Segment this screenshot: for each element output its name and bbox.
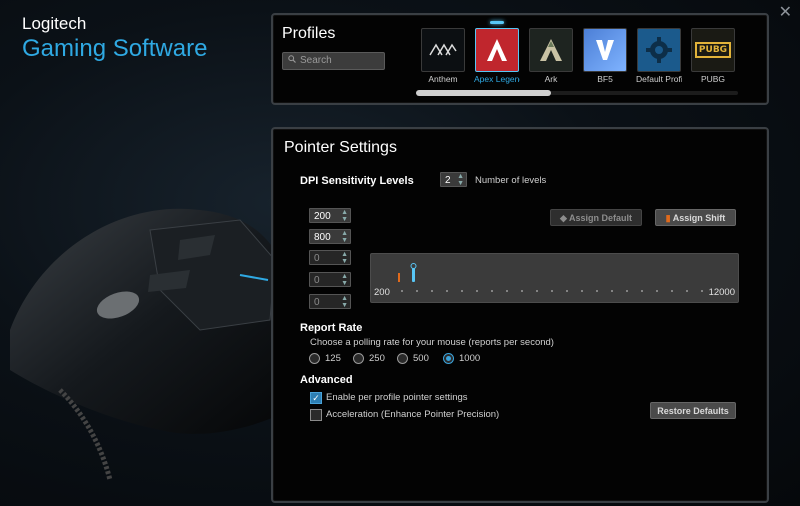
report-rate-label: Report Rate (300, 322, 363, 334)
acceleration-label: Acceleration (Enhance Pointer Precision) (326, 409, 500, 420)
dpi-field-1[interactable]: 200 ▲ ▼ (309, 208, 351, 223)
dpi-field-5[interactable]: 0 ▲ ▼ (309, 294, 351, 309)
assign-shift-button[interactable]: ▮ Assign Shift (655, 209, 736, 226)
profile-bf5[interactable]: BF5 (582, 28, 628, 84)
brand-product: Gaming Software (22, 35, 208, 62)
search-input[interactable]: Search (282, 52, 385, 70)
shift-dpi-marker (398, 273, 400, 282)
profiles-scrollbar-thumb[interactable] (416, 90, 551, 96)
search-icon (288, 53, 296, 69)
close-icon[interactable]: ✕ (779, 2, 792, 22)
rate-1000-radio[interactable] (443, 353, 454, 364)
restore-defaults-button[interactable]: Restore Defaults (650, 402, 736, 419)
pointer-settings-panel: Pointer Settings DPI Sensitivity Levels … (271, 127, 769, 503)
profile-default[interactable]: Default Profil (636, 28, 682, 84)
profile-apex-legends[interactable]: Apex Legend (474, 28, 520, 84)
dpi-slider-track (398, 263, 703, 292)
dpi-field-2[interactable]: 800 ▲ ▼ (309, 229, 351, 244)
dpi-slider[interactable]: 200 12000 (370, 253, 739, 303)
enable-profile-label: Enable per profile pointer settings (326, 392, 468, 403)
rate-250-radio[interactable] (353, 353, 364, 364)
rate-125-radio[interactable] (309, 353, 320, 364)
enable-profile-checkbox[interactable]: ✓ (310, 392, 322, 404)
stepper-arrows-icon[interactable]: ▲ ▼ (457, 173, 464, 187)
assign-default-button[interactable]: ◆ Assign Default (550, 209, 642, 226)
shift-marker-icon: ▮ (665, 213, 671, 223)
report-rate-description: Choose a polling rate for your mouse (re… (310, 337, 554, 348)
dpi-levels-label: DPI Sensitivity Levels (300, 175, 414, 187)
pubg-icon: PUBG (691, 28, 735, 72)
profiles-panel: Profiles Search Anthem Apex Legend Ark B… (271, 13, 769, 105)
levels-label: Number of levels (475, 175, 547, 186)
dpi-marker-selected (412, 268, 415, 282)
anthem-icon (421, 28, 465, 72)
brand-logo: Logitech Gaming Software (22, 14, 207, 63)
pointer-settings-title: Pointer Settings (284, 139, 397, 156)
search-placeholder: Search (300, 55, 332, 66)
default-profile-gear-icon (637, 28, 681, 72)
rate-500-label: 500 (413, 353, 429, 364)
rate-500-radio[interactable] (397, 353, 408, 364)
levels-stepper[interactable]: 2 ▲ ▼ (440, 172, 467, 187)
rate-250-label: 250 (369, 353, 385, 364)
apex-legends-icon (475, 28, 519, 72)
rate-125-label: 125 (325, 353, 341, 364)
active-profile-indicator (490, 21, 504, 24)
advanced-label: Advanced (300, 374, 353, 386)
diamond-icon: ◆ (559, 213, 567, 223)
ark-icon (529, 28, 573, 72)
profile-ark[interactable]: Ark (528, 28, 574, 84)
gaming-mouse-image (10, 208, 290, 481)
profile-anthem[interactable]: Anthem (420, 28, 466, 84)
bf5-icon (583, 28, 627, 72)
profiles-title: Profiles (282, 25, 336, 42)
dpi-field-3[interactable]: 0 ▲ ▼ (309, 250, 351, 265)
dpi-field-4[interactable]: 0 ▲ ▼ (309, 272, 351, 287)
acceleration-checkbox[interactable] (310, 409, 322, 421)
slider-max-label: 12000 (708, 287, 735, 298)
profiles-scrollbar[interactable] (416, 90, 738, 96)
brand-company: Logitech (22, 14, 87, 33)
profile-pubg[interactable]: PUBG PUBG (690, 28, 736, 84)
rate-1000-label: 1000 (459, 353, 481, 364)
slider-min-label: 200 (374, 287, 390, 298)
